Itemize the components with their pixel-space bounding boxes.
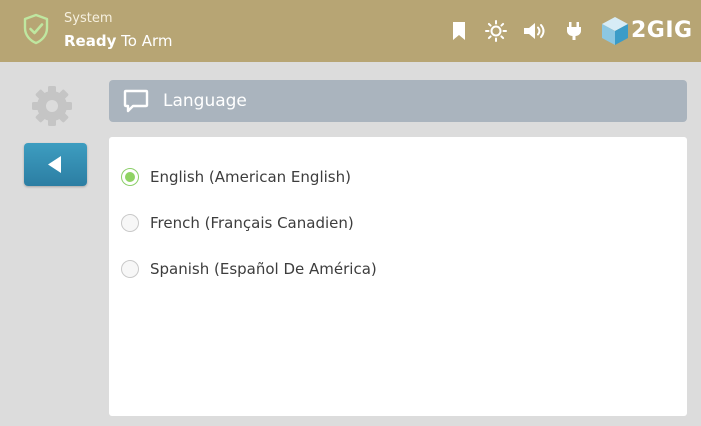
speech-bubble-icon (123, 89, 149, 113)
radio-english[interactable] (121, 168, 139, 186)
power-plug-icon[interactable] (564, 0, 584, 62)
language-option-english[interactable]: English (American English) (121, 165, 351, 189)
back-arrow-icon (48, 156, 61, 173)
arm-status: Ready To Arm (64, 32, 172, 50)
page-header: Language (109, 80, 687, 122)
arm-status-rest: To Arm (116, 32, 173, 50)
back-button[interactable] (24, 143, 87, 186)
radio-french[interactable] (121, 214, 139, 232)
language-option-french[interactable]: French (Français Canadien) (121, 211, 354, 235)
bookmark-icon[interactable] (452, 0, 466, 62)
page-title: Language (163, 91, 247, 111)
shield-check-icon (23, 13, 49, 45)
language-label-french: French (Français Canadien) (150, 214, 354, 232)
volume-icon[interactable] (522, 0, 548, 62)
gear-icon[interactable] (31, 85, 73, 127)
brand-cube-icon (600, 0, 630, 62)
radio-spanish[interactable] (121, 260, 139, 278)
language-option-spanish[interactable]: Spanish (Español De América) (121, 257, 377, 281)
language-label-spanish: Spanish (Español De América) (150, 260, 377, 278)
system-label: System (64, 11, 113, 26)
status-bar: System Ready To Arm 2GIG (0, 0, 701, 62)
brand-logo: 2GIG (631, 18, 693, 43)
language-options-panel: English (American English) French (Franç… (109, 137, 687, 416)
arm-status-bold: Ready (64, 32, 117, 50)
brightness-icon[interactable] (484, 0, 508, 62)
language-label-english: English (American English) (150, 168, 351, 186)
